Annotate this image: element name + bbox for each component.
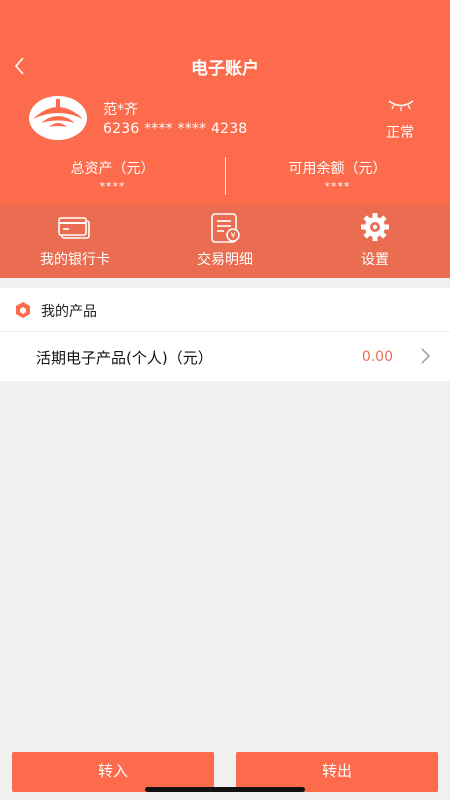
home-indicator[interactable] bbox=[145, 787, 305, 792]
quick-menu: 我的银行卡 ¥ 交易明细 设置 bbox=[0, 205, 450, 278]
total-assets-value: **** bbox=[99, 180, 126, 193]
bank-logo-icon bbox=[29, 96, 87, 140]
transaction-detail-icon: ¥ bbox=[211, 213, 240, 243]
menu-item-bank-card[interactable]: 我的银行卡 bbox=[0, 205, 150, 278]
chevron-right-icon bbox=[421, 348, 430, 364]
account-header: 电子账户 范*齐 6236 **** **** 4238 正常 总资产（元） *… bbox=[0, 0, 450, 205]
available-balance: 可用余额（元） **** bbox=[225, 158, 450, 193]
available-balance-value: **** bbox=[324, 180, 351, 193]
bank-card-icon bbox=[58, 217, 90, 239]
menu-item-transactions[interactable]: ¥ 交易明细 bbox=[150, 205, 300, 278]
menu-item-label: 我的银行卡 bbox=[40, 252, 110, 268]
product-amount: 0.00 bbox=[361, 349, 393, 365]
section-title: 我的产品 bbox=[41, 304, 97, 320]
my-products-section: 我的产品 活期电子产品(个人)（元） 0.00 bbox=[0, 288, 450, 381]
total-assets-label: 总资产（元） bbox=[70, 161, 155, 177]
section-header: 我的产品 bbox=[0, 288, 450, 332]
card-number: 6236 **** **** 4238 bbox=[103, 121, 248, 137]
available-balance-label: 可用余额（元） bbox=[288, 161, 387, 177]
product-name: 活期电子产品(个人)（元） bbox=[36, 349, 213, 367]
transfer-out-button[interactable]: 转出 bbox=[236, 752, 438, 792]
nav-bar: 电子账户 bbox=[0, 44, 450, 88]
svg-text:¥: ¥ bbox=[230, 231, 235, 240]
product-cube-icon bbox=[16, 302, 30, 318]
menu-item-label: 设置 bbox=[361, 252, 389, 268]
menu-item-label: 交易明细 bbox=[197, 252, 253, 268]
product-row[interactable]: 活期电子产品(个人)（元） 0.00 bbox=[0, 332, 450, 380]
total-assets: 总资产（元） **** bbox=[0, 158, 225, 193]
eye-closed-icon[interactable] bbox=[386, 98, 416, 112]
account-status: 正常 bbox=[386, 125, 414, 141]
account-holder-name: 范*齐 bbox=[103, 102, 138, 118]
gear-icon bbox=[361, 213, 389, 241]
menu-item-settings[interactable]: 设置 bbox=[300, 205, 450, 278]
page-title: 电子账户 bbox=[191, 59, 259, 79]
transfer-in-button[interactable]: 转入 bbox=[12, 752, 214, 792]
